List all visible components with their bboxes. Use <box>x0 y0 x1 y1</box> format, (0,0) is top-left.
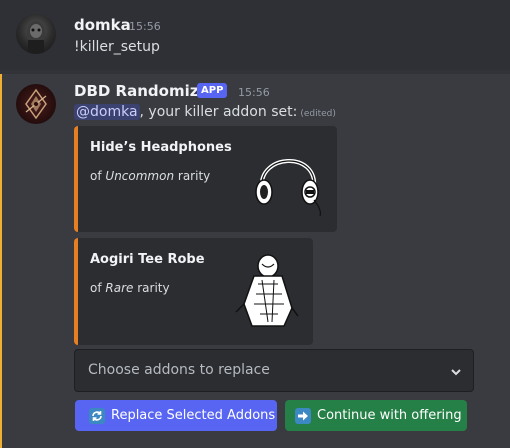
message-dbd-randomizer: DBD Randomizer APP 15:56 @domka, your ki… <box>0 74 510 448</box>
replace-selected-addons-button[interactable]: Replace Selected Addons <box>75 400 277 431</box>
arrow-right-icon <box>295 407 311 424</box>
avatar[interactable] <box>16 14 56 54</box>
message-content: @domka, your killer addon set: (edited) <box>74 104 336 120</box>
headphones-icon[interactable] <box>248 142 328 218</box>
user-mention[interactable]: @domka <box>74 104 140 120</box>
continue-with-offering-button[interactable]: Continue with offering <box>285 400 467 431</box>
refresh-icon <box>89 407 105 424</box>
robe-icon[interactable] <box>232 250 302 330</box>
rarity: Uncommon <box>105 169 175 183</box>
embed-description: of Rare rarity <box>90 281 170 295</box>
embed-title: Hide’s Headphones <box>90 140 232 155</box>
avatar[interactable] <box>16 84 56 124</box>
addon-select-dropdown[interactable]: Choose addons to replace <box>74 349 474 392</box>
embed-card: Aogiri Tee Robe of Rare rarity <box>74 238 313 345</box>
embed-card: Hide’s Headphones of Uncommon rarity <box>74 126 337 232</box>
edited-label: (edited) <box>300 109 336 119</box>
rarity: Rare <box>105 281 134 295</box>
message-content: !killer_setup <box>74 39 160 55</box>
username[interactable]: domka <box>74 16 131 34</box>
button-label: Replace Selected Addons <box>111 408 276 423</box>
message-domka: domka 15:56 !killer_setup <box>0 0 510 70</box>
select-placeholder: Choose addons to replace <box>88 362 270 378</box>
timestamp: 15:56 <box>129 20 161 33</box>
embed-title: Aogiri Tee Robe <box>90 252 205 267</box>
message-text: , your killer addon set: <box>139 104 298 120</box>
timestamp: 15:56 <box>238 86 270 99</box>
button-label: Continue with offering <box>317 408 462 423</box>
app-badge: APP <box>197 83 228 98</box>
chevron-down-icon <box>449 364 463 378</box>
embed-description: of Uncommon rarity <box>90 169 211 183</box>
username[interactable]: DBD Randomizer <box>74 82 216 100</box>
